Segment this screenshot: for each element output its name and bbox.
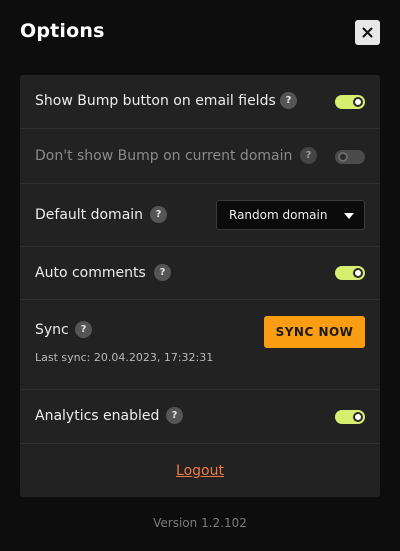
- sync-label: Sync: [35, 322, 69, 338]
- sync-now-button[interactable]: SYNC NOW: [264, 316, 365, 348]
- setting-row-show-bump-button: Show Bump button on email fields ?: [20, 75, 380, 129]
- close-icon: [362, 27, 373, 38]
- default-domain-selected-value: Random domain: [229, 208, 328, 222]
- show-bump-button-toggle[interactable]: [335, 95, 365, 109]
- last-sync-text: Last sync: 20.04.2023, 17:32:31: [35, 351, 214, 364]
- toggle-knob: [353, 412, 363, 422]
- help-icon[interactable]: ?: [280, 92, 297, 109]
- help-icon[interactable]: ?: [300, 147, 317, 164]
- version-text: Version 1.2.102: [153, 516, 247, 530]
- help-icon[interactable]: ?: [166, 407, 183, 424]
- options-panel: Show Bump button on email fields ? Don't…: [20, 75, 380, 497]
- logout-link[interactable]: Logout: [20, 463, 380, 479]
- default-domain-label: Default domain: [35, 207, 144, 223]
- setting-row-dont-show-on-domain: Don't show Bump on current domain ?: [20, 129, 380, 184]
- close-button[interactable]: [355, 20, 380, 45]
- toggle-knob: [353, 97, 363, 107]
- dont-show-on-domain-label: Don't show Bump on current domain: [35, 148, 293, 164]
- analytics-label: Analytics enabled: [35, 408, 160, 424]
- dont-show-on-domain-toggle[interactable]: [335, 150, 365, 164]
- analytics-toggle[interactable]: [335, 410, 365, 424]
- caret-down-icon: [344, 213, 354, 219]
- toggle-knob: [353, 268, 363, 278]
- page-title: Options: [20, 20, 105, 42]
- toggle-knob: [338, 152, 348, 162]
- auto-comments-label: Auto comments: [35, 265, 146, 281]
- default-domain-select[interactable]: Random domain: [216, 200, 365, 230]
- show-bump-button-label: Show Bump button on email fields: [35, 93, 276, 109]
- setting-row-analytics: Analytics enabled ?: [20, 390, 380, 444]
- setting-row-auto-comments: Auto comments ?: [20, 247, 380, 300]
- help-icon[interactable]: ?: [75, 321, 92, 338]
- setting-row-default-domain: Default domain ? Random domain: [20, 184, 380, 247]
- auto-comments-toggle[interactable]: [335, 266, 365, 280]
- setting-row-sync: Sync ? Last sync: 20.04.2023, 17:32:31 S…: [20, 300, 380, 390]
- options-page: Options Show Bump button on email fields…: [0, 0, 400, 551]
- help-icon[interactable]: ?: [150, 206, 167, 223]
- help-icon[interactable]: ?: [154, 264, 171, 281]
